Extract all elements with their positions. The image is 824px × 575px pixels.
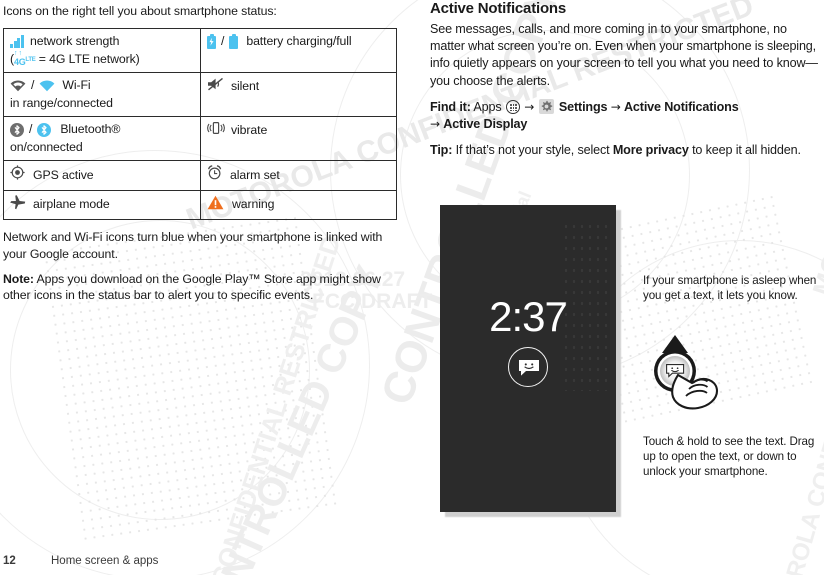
cell-label: vibrate xyxy=(231,123,268,138)
cell-bluetooth: / Bluetooth® on/connected xyxy=(3,116,201,162)
alarm-icon xyxy=(207,165,222,185)
apps-word: Apps xyxy=(473,99,502,114)
tip-label: Tip: xyxy=(430,143,453,158)
tip-text-before: If that’s not your style, select xyxy=(452,143,613,158)
table-row: network strength (↑↑ 4GLTE = 4G LTE netwo… xyxy=(3,27,397,74)
cell-label: alarm set xyxy=(230,167,280,182)
battery-full-icon xyxy=(229,33,239,49)
cell-warning: warning xyxy=(200,189,397,221)
tip-paragraph: Tip: If that’s not your style, select Mo… xyxy=(430,142,824,159)
right-column: Active Notifications See messages, calls… xyxy=(430,0,824,168)
cell-vibrate: vibrate xyxy=(200,116,397,162)
wifi-in-range-icon xyxy=(10,80,26,92)
left-column: Icons on the right tell you about smartp… xyxy=(3,0,400,304)
signal-bars-icon xyxy=(10,34,26,48)
cell-silent: silent xyxy=(200,72,397,118)
path-arrow: → xyxy=(524,99,535,114)
page-number: 12 xyxy=(3,555,16,567)
table-row: / Bluetooth® on/connected vibrate xyxy=(3,116,397,162)
manual-page: Icons on the right tell you about smartp… xyxy=(0,0,824,575)
cell-label: airplane mode xyxy=(33,197,110,212)
separator-slash: / xyxy=(31,78,35,93)
separator-slash: / xyxy=(29,122,33,137)
cell-gps: GPS active xyxy=(3,160,201,191)
cell-airplane: airplane mode xyxy=(3,189,201,221)
apps-grid-icon[interactable] xyxy=(505,99,520,114)
section-heading-active-notifications: Active Notifications xyxy=(430,0,567,17)
message-bubble-icon[interactable] xyxy=(508,347,548,387)
bluetooth-on-icon xyxy=(10,122,24,137)
page-footer: 12 Home screen & apps xyxy=(3,555,158,567)
cell-battery: / battery charging/full xyxy=(200,27,397,74)
table-row: airplane mode warning xyxy=(3,189,397,221)
status-icon-table: network strength (↑↑ 4GLTE = 4G LTE netwo… xyxy=(3,27,397,221)
cell-label: Wi-Fi xyxy=(62,78,91,93)
table-row: GPS active alarm set xyxy=(3,160,397,191)
cell-sublabel: in range/connected xyxy=(10,95,113,110)
battery-charging-icon xyxy=(207,33,216,49)
callout-asleep-text: If your smartphone is asleep when you ge… xyxy=(643,273,817,302)
airplane-icon xyxy=(10,195,26,215)
cell-label: silent xyxy=(231,79,260,94)
cell-wifi: / Wi-Fi in range/connected xyxy=(3,72,201,118)
table-row: / Wi-Fi in range/connected silent xyxy=(3,72,397,118)
silent-icon xyxy=(207,77,224,96)
touch-and-hold-illustration xyxy=(648,327,748,419)
cell-sublabel: (↑↑ 4GLTE = 4G LTE network) xyxy=(10,50,140,68)
tip-bold-more-privacy: More privacy xyxy=(612,143,689,158)
note-label: Note: xyxy=(3,272,34,287)
note-paragraph: Note: Apps you download on the Google Pl… xyxy=(3,271,400,304)
cell-label: network strength xyxy=(30,34,120,48)
settings-word: Settings xyxy=(558,99,608,114)
wifi-connected-icon xyxy=(39,80,55,92)
find-it-path: Find it: Apps → Settings → Active Notifi… xyxy=(430,98,824,133)
callout-touch-hold-text: Touch & hold to see the text. Drag up to… xyxy=(643,434,815,478)
network-blue-paragraph: Network and Wi-Fi icons turn blue when y… xyxy=(3,230,383,261)
path-arrow: → xyxy=(610,99,621,114)
cell-label: Bluetooth® xyxy=(60,122,121,137)
tip-text-after: to keep it all hidden. xyxy=(688,143,801,158)
path-step-active-notifications: Active Notifications xyxy=(623,99,739,114)
find-it-label: Find it: xyxy=(430,99,471,114)
active-notifications-paragraph: See messages, calls, and more coming in … xyxy=(430,22,818,88)
lockscreen-clock: 2:37 xyxy=(489,293,568,340)
gear-icon[interactable] xyxy=(538,98,554,114)
bluetooth-connected-icon xyxy=(37,122,52,137)
4g-lte-icon: ↑↑ 4GLTE xyxy=(14,50,36,68)
cell-network-strength: network strength (↑↑ 4GLTE = 4G LTE netwo… xyxy=(3,27,201,74)
separator-slash: / xyxy=(221,34,225,48)
note-text: Apps you download on the Google Play™ St… xyxy=(3,272,381,303)
cell-label: battery charging/full xyxy=(246,34,352,48)
cell-label: GPS active xyxy=(33,167,94,182)
cell-label: warning xyxy=(232,197,275,212)
warning-icon xyxy=(207,195,224,215)
path-arrow: → xyxy=(430,117,440,132)
path-step-active-display: Active Display xyxy=(443,117,528,132)
cell-sublabel: on/connected xyxy=(10,139,83,154)
phone-illustration: 2:37 xyxy=(440,205,621,517)
gps-icon xyxy=(10,165,25,185)
footer-section-title: Home screen & apps xyxy=(51,555,159,567)
vibrate-icon xyxy=(207,121,225,140)
cell-alarm: alarm set xyxy=(200,160,397,191)
phone-screen: 2:37 xyxy=(440,205,616,512)
status-icons-intro: Icons on the right tell you about smartp… xyxy=(3,4,277,18)
